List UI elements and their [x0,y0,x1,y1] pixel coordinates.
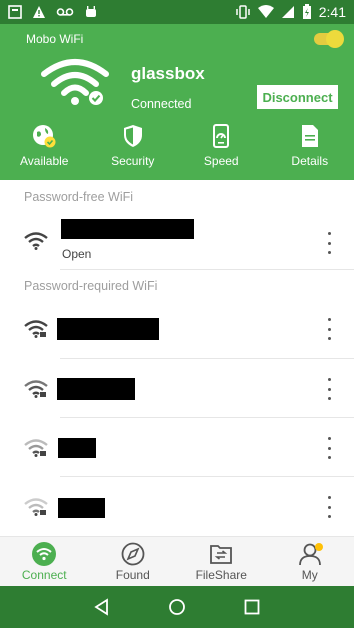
cell-signal-icon [281,6,294,18]
status-left-icons [8,5,98,19]
nav-my-label: My [301,568,318,582]
recents-icon[interactable] [243,598,261,616]
status-right-icons: 2:41 [235,4,346,20]
network-row[interactable] [0,300,354,358]
more-options-button[interactable] [324,318,334,340]
divider [60,358,354,359]
shield-icon [123,125,142,147]
globe-check-icon [33,125,56,148]
connection-status: Connected [131,97,192,111]
nav-fileshare-label: FileShare [195,568,247,582]
folder-share-icon [210,545,233,564]
tool-security-label: Security [111,154,155,168]
battery-icon [302,4,311,19]
more-options-button[interactable] [324,232,334,254]
nav-connect[interactable]: Connect [0,537,89,586]
network-list: Password-free WiFi Open Password-require… [0,180,354,536]
network-row[interactable] [0,419,354,477]
nav-connect-label: Connect [21,568,67,582]
tool-available[interactable]: Available [0,124,89,170]
connection-header: Mobo WiFi glassbox Connected Disconnect … [0,24,354,180]
toggle-knob[interactable] [326,30,344,48]
more-options-button[interactable] [324,496,334,518]
vibrate-icon [236,5,250,19]
nav-my[interactable]: My [266,537,354,586]
network-name-redacted [58,438,96,458]
wifi-toggle[interactable] [314,30,344,48]
wifi-signal-icon [257,5,274,18]
wifi-locked-icon [24,320,48,338]
divider [60,476,354,477]
password-free-title: Password-free WiFi [24,190,134,204]
network-name-redacted [61,219,194,239]
wifi-strong-icon [24,232,48,250]
wifi-weak-locked-icon [24,439,48,457]
disconnect-button[interactable]: Disconnect [257,85,338,109]
password-required-title: Password-required WiFi [24,279,158,293]
bottom-nav: Connect Found FileShare My [0,536,354,586]
warning-icon [33,6,45,18]
compass-icon [121,542,145,566]
network-name-redacted [58,498,105,518]
wifi-connected-icon [41,59,109,105]
network-name-redacted [57,318,159,340]
status-time: 2:41 [318,4,346,20]
document-icon [301,125,318,147]
nav-found[interactable]: Found [89,537,178,586]
wifi-circle-icon [32,542,57,566]
connected-ssid: glassbox [131,64,205,83]
more-options-button[interactable] [324,378,334,400]
notification-badge [314,543,323,551]
tool-speed-label: Speed [203,154,239,168]
network-row[interactable] [0,360,354,418]
back-icon[interactable] [93,598,111,616]
wifi-weak-locked-icon [24,498,48,516]
tool-speed[interactable]: Speed [177,124,266,170]
speedometer-phone-icon [213,124,230,148]
divider [60,417,354,418]
voicemail-icon [56,8,74,16]
android-icon [86,6,96,17]
nav-fileshare[interactable]: FileShare [177,537,266,586]
notification-icon [8,5,22,19]
divider [60,269,354,270]
tool-security[interactable]: Security [89,124,178,170]
app-name: Mobo WiFi [26,32,84,46]
header-tools: Available Security Speed Details [0,124,354,170]
nav-found-label: Found [115,568,150,582]
more-options-button[interactable] [324,437,334,459]
network-row[interactable]: Open [0,212,354,270]
tool-available-label: Available [20,154,69,168]
tool-details[interactable]: Details [266,124,354,170]
network-security-label: Open [62,247,92,261]
tool-details-label: Details [291,154,329,168]
system-nav-bar [0,586,354,628]
network-row[interactable] [0,478,354,536]
home-icon[interactable] [168,598,186,616]
status-bar: 2:41 [0,0,354,24]
network-name-redacted [57,378,135,400]
wifi-locked-icon [24,380,48,398]
